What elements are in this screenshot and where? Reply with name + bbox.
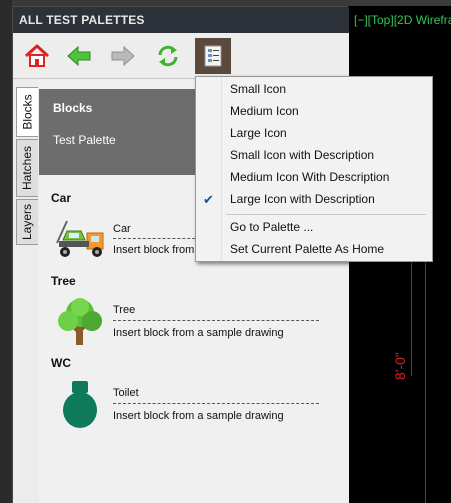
tree-icon	[58, 298, 102, 345]
menu-gutter	[196, 77, 222, 261]
menu-item-label: Medium Icon	[230, 104, 299, 118]
group-title-car: Car	[51, 191, 72, 205]
dimension-text: 8'-0"	[392, 352, 408, 380]
tab-hatches-label: Hatches	[20, 145, 35, 191]
menu-item-label: Set Current Palette As Home	[230, 242, 385, 256]
tab-blocks[interactable]: Blocks	[16, 87, 38, 137]
menu-separator	[226, 214, 426, 215]
tool-item-divider	[113, 320, 319, 321]
menu-item-label: Large Icon	[230, 126, 287, 140]
palette-header-subtitle: Test Palette	[53, 133, 116, 147]
menu-item-small-icon[interactable]: Small Icon	[222, 78, 432, 100]
menu-item-medium-icon-with-description[interactable]: Medium Icon With Description	[222, 166, 432, 188]
menu-item-set-current-palette-as-home[interactable]: Set Current Palette As Home	[222, 238, 432, 260]
left-edge	[0, 0, 12, 503]
tab-layers[interactable]: Layers	[16, 199, 38, 245]
group-title-tree: Tree	[51, 274, 76, 288]
checkmark-icon: ✔	[203, 192, 214, 207]
refresh-button[interactable]	[150, 38, 186, 74]
tool-item-name: Toilet	[113, 387, 139, 399]
forward-button[interactable]	[105, 38, 141, 74]
tab-layers-label: Layers	[20, 203, 35, 241]
tool-item-description: Insert block from a sample drawing	[113, 327, 284, 339]
home-button[interactable]	[19, 38, 55, 74]
tool-item-name: Car	[113, 223, 131, 235]
menu-item-large-icon-with-description[interactable]: Large Icon with Description	[222, 188, 432, 210]
tool-item-name: Tree	[113, 304, 136, 316]
car-icon	[56, 220, 104, 257]
group-title-wc: WC	[51, 356, 71, 370]
menu-item-label: Go to Palette ...	[230, 220, 314, 234]
tool-item-divider	[113, 403, 319, 404]
view-options-button[interactable]	[195, 38, 231, 74]
menu-item-label: Medium Icon With Description	[230, 170, 390, 184]
viewport-controls-label[interactable]: [−][Top][2D Wirefra	[354, 13, 451, 27]
arrow-right-icon	[111, 45, 135, 67]
arrow-left-icon	[67, 45, 91, 67]
menu-item-label: Small Icon	[230, 82, 287, 96]
view-options-context-menu: Small Icon Medium Icon Large Icon Small …	[195, 76, 433, 262]
home-icon	[24, 44, 50, 67]
toilet-icon	[63, 381, 97, 428]
tab-hatches[interactable]: Hatches	[16, 139, 38, 197]
tab-blocks-label: Blocks	[20, 94, 35, 130]
back-button[interactable]	[61, 38, 97, 74]
palette-title[interactable]: ALL TEST PALETTES	[13, 7, 349, 33]
menu-item-label: Small Icon with Description	[230, 148, 375, 162]
view-options-icon	[204, 45, 222, 67]
palette-header-title: Blocks	[53, 101, 93, 115]
palette-toolbar	[13, 33, 349, 79]
refresh-icon	[158, 45, 178, 67]
palette-tabs: Blocks Hatches Layers	[13, 79, 39, 503]
menu-item-go-to-palette[interactable]: Go to Palette ...	[222, 216, 432, 238]
menu-item-large-icon[interactable]: Large Icon	[222, 122, 432, 144]
tool-item-description: Insert block from a sample drawing	[113, 410, 284, 422]
menu-item-small-icon-with-description[interactable]: Small Icon with Description	[222, 144, 432, 166]
menu-item-medium-icon[interactable]: Medium Icon	[222, 100, 432, 122]
menu-item-label: Large Icon with Description	[230, 192, 375, 206]
